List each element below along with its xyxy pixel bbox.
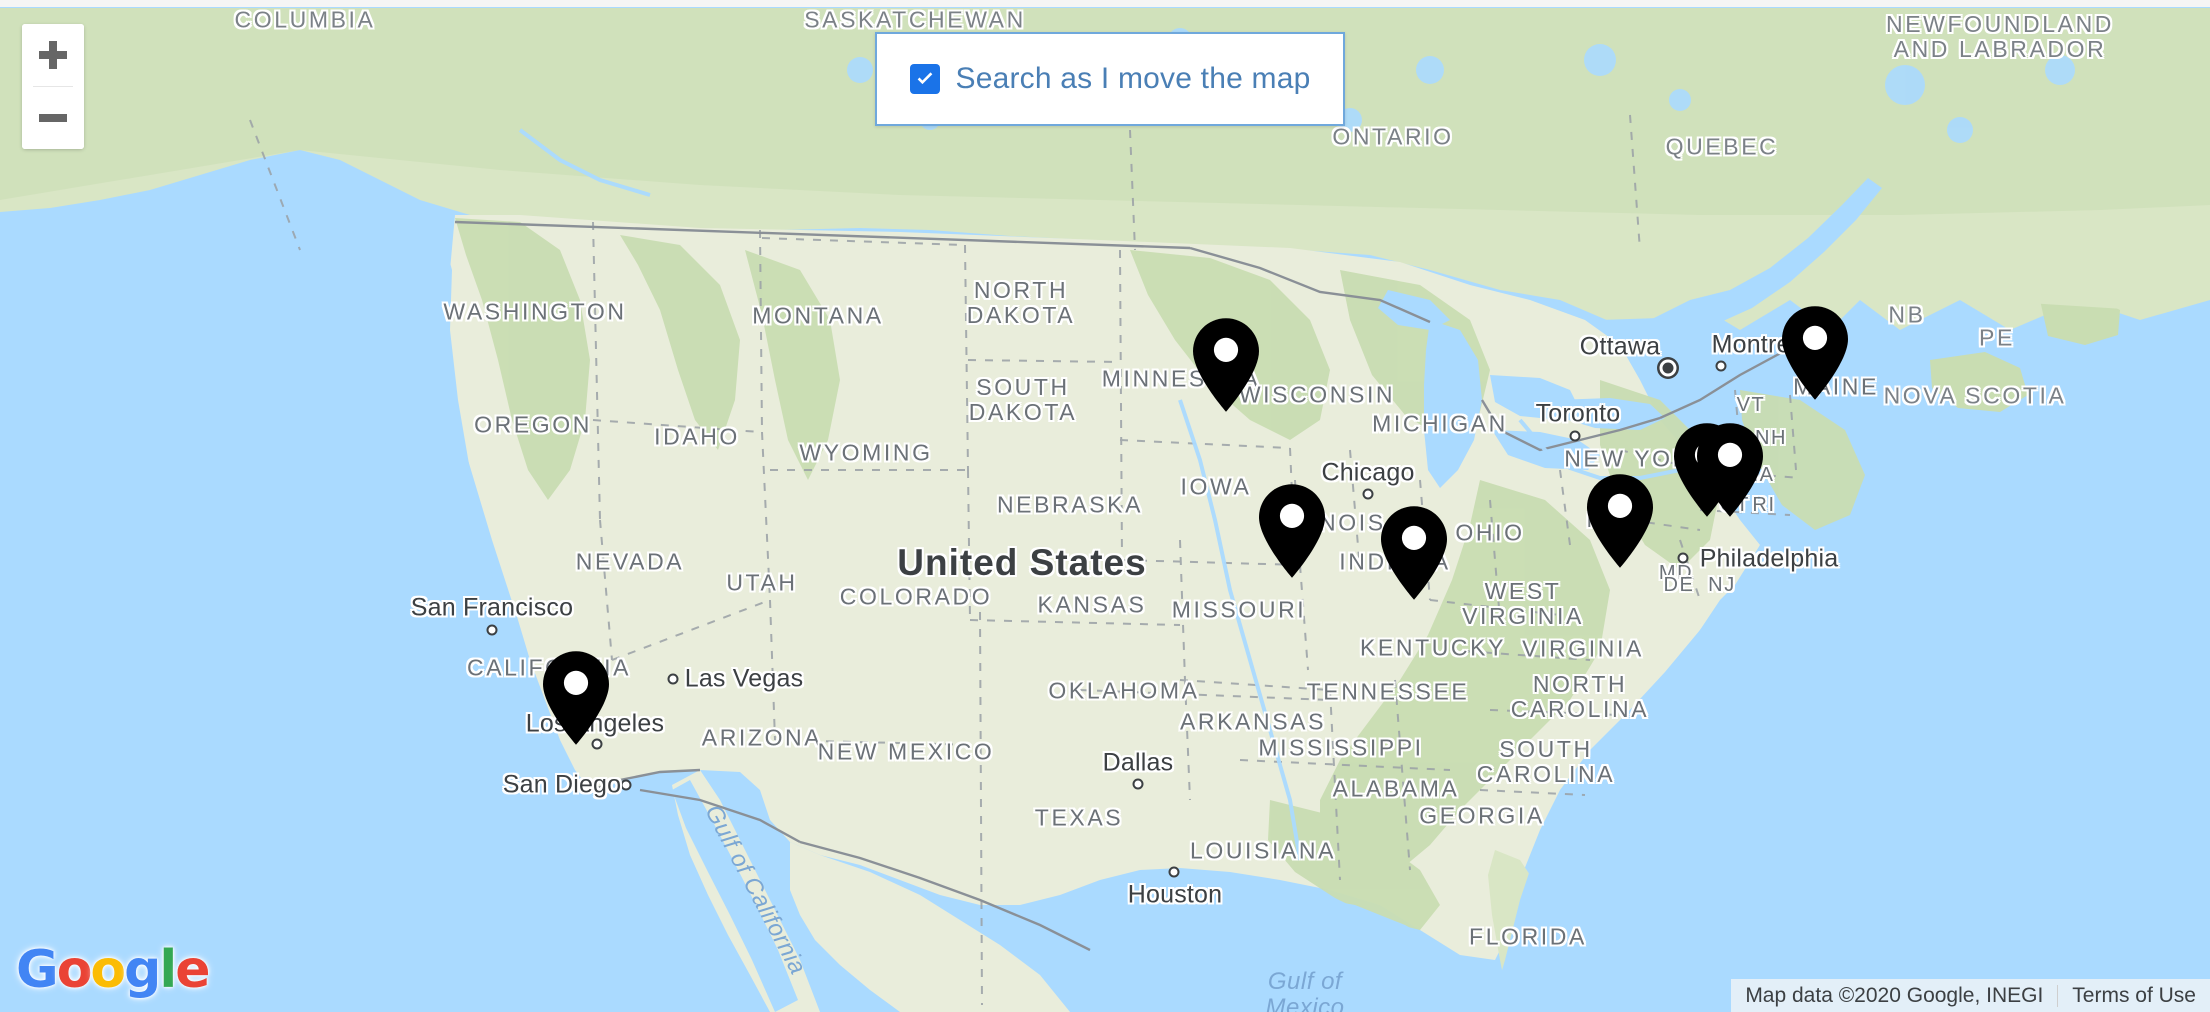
- map-marker[interactable]: [543, 651, 609, 745]
- city-dot: [1362, 488, 1374, 500]
- map-application: COLUMBIA SASKATCHEWAN ONTARIO QUEBEC NEW…: [0, 0, 2210, 1012]
- city-dot: [1677, 552, 1689, 564]
- attribution-bar: Map data ©2020 Google, INEGI Terms of Us…: [1731, 979, 2210, 1012]
- google-logo: G o o g l e: [16, 940, 211, 1000]
- search-as-i-move-checkbox[interactable]: [909, 64, 940, 94]
- minus-icon: [39, 114, 67, 122]
- location-pin-icon: [1587, 474, 1653, 568]
- city-dot: [620, 779, 632, 791]
- search-as-i-move-panel[interactable]: Search as I move the map: [875, 32, 1345, 126]
- attribution-separator: [2057, 984, 2059, 1007]
- city-dot: [1132, 778, 1144, 790]
- plus-icon-vertical: [49, 41, 57, 69]
- map-marker[interactable]: [1782, 306, 1848, 400]
- city-dot: [1715, 360, 1727, 372]
- location-pin-icon: [1193, 318, 1259, 412]
- zoom-out-button[interactable]: [22, 87, 84, 149]
- location-pin-icon: [543, 651, 609, 745]
- map-marker[interactable]: [1381, 506, 1447, 600]
- city-dot: [667, 673, 679, 685]
- map-marker[interactable]: [1193, 318, 1259, 412]
- search-as-i-move-label: Search as I move the map: [955, 62, 1311, 95]
- zoom-in-button[interactable]: [22, 24, 84, 86]
- logo-letter: g: [124, 940, 161, 1000]
- map-data-attribution: Map data ©2020 Google, INEGI: [1745, 983, 2044, 1007]
- city-dot-capital: [1662, 362, 1674, 374]
- location-pin-icon: [1697, 423, 1763, 517]
- location-pin-icon: [1381, 506, 1447, 600]
- terms-of-use-link[interactable]: Terms of Use: [2072, 984, 2196, 1008]
- location-pin-icon: [1782, 306, 1848, 400]
- top-strip: [0, 0, 2210, 7]
- map-marker[interactable]: [1587, 474, 1653, 568]
- city-dot: [1168, 866, 1180, 878]
- logo-letter: o: [56, 940, 93, 1000]
- zoom-control: [22, 24, 84, 149]
- location-pin-icon: [1259, 484, 1325, 578]
- map-tiles: [0, 0, 2210, 1012]
- logo-letter: o: [90, 940, 126, 1000]
- checkmark-icon: [917, 72, 932, 85]
- map-marker[interactable]: [1259, 484, 1325, 578]
- map-marker[interactable]: [1697, 423, 1763, 517]
- logo-letter: G: [16, 940, 59, 1000]
- city-dot: [486, 624, 498, 636]
- map-canvas[interactable]: COLUMBIA SASKATCHEWAN ONTARIO QUEBEC NEW…: [0, 0, 2210, 1012]
- city-dot: [1569, 430, 1581, 442]
- logo-letter: l: [159, 940, 177, 1000]
- logo-letter: e: [175, 940, 210, 1000]
